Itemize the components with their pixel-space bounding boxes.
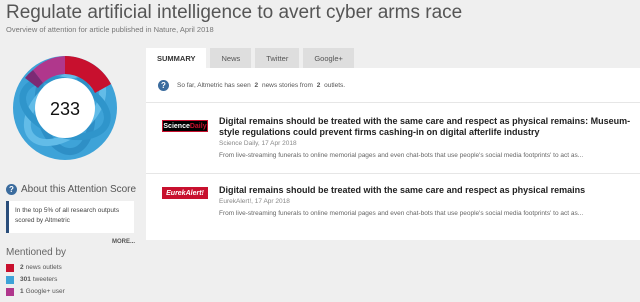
summary-text: So far, Altmetric has seen 2 news storie…: [177, 82, 345, 89]
mentioned-by-heading: Mentioned by: [6, 247, 67, 258]
altmetric-donut[interactable]: 233: [4, 42, 126, 182]
twitter-count: 301: [20, 276, 31, 283]
story-title[interactable]: Digital remains should be treated with t…: [219, 116, 639, 138]
divider: [146, 102, 640, 103]
summary-panel: ? So far, Altmetric has seen 2 news stor…: [146, 68, 640, 240]
story-meta: Science Daily, 17 Apr 2018: [219, 140, 297, 147]
tab-news[interactable]: News: [210, 48, 252, 68]
donut-graphic: 233: [13, 56, 117, 160]
tab-bar: SUMMARY News Twitter Google+: [146, 48, 354, 68]
outlet-count: 2: [316, 82, 321, 89]
tab-googleplus[interactable]: Google+: [303, 48, 354, 68]
summary-prefix: So far, Altmetric has seen: [177, 82, 251, 89]
eurekalert-logo: EurekAlert!: [162, 187, 208, 199]
googleplus-label: Google+ user: [25, 288, 65, 295]
tab-summary[interactable]: SUMMARY: [146, 48, 207, 68]
help-icon[interactable]: ?: [158, 80, 169, 91]
about-score-link[interactable]: ? About this Attention Score: [6, 184, 136, 195]
attention-score: 233: [50, 99, 80, 119]
story-title[interactable]: Digital remains should be treated with t…: [219, 185, 639, 196]
summary-middle: news stories from: [261, 82, 313, 89]
news-label: news outlets: [25, 264, 62, 271]
news-count: 2: [20, 264, 24, 271]
tab-twitter[interactable]: Twitter: [255, 48, 300, 68]
story-count: 2: [254, 82, 259, 89]
legend-twitter[interactable]: 301 tweeters: [6, 274, 65, 285]
story-excerpt: From live-streaming funerals to online m…: [219, 210, 584, 217]
score-description: In the top 5% of all research outputs sc…: [15, 207, 120, 224]
summary-suffix: outlets.: [324, 82, 346, 89]
more-link[interactable]: MORE...: [112, 239, 135, 245]
divider: [146, 173, 640, 174]
sciencedaily-logo: Science Daily: [162, 120, 208, 132]
score-description-box: In the top 5% of all research outputs sc…: [6, 201, 134, 233]
news-swatch: [6, 263, 14, 272]
mentions-legend: 2 news outlets 301 tweeters 1 Google+ us…: [6, 262, 65, 298]
legend-googleplus[interactable]: 1 Google+ user: [6, 286, 65, 297]
page-title: Regulate artificial intelligence to aver…: [6, 2, 463, 23]
googleplus-count: 1: [20, 288, 24, 295]
twitter-label: tweeters: [32, 276, 58, 283]
page-subtitle: Overview of attention for article publis…: [6, 25, 214, 34]
help-icon: ?: [6, 184, 17, 195]
about-score-label: About this Attention Score: [21, 184, 137, 195]
twitter-swatch: [6, 275, 14, 284]
summary-line: ? So far, Altmetric has seen 2 news stor…: [158, 80, 345, 91]
legend-news[interactable]: 2 news outlets: [6, 262, 65, 273]
story-excerpt: From live-streaming funerals to online m…: [219, 152, 584, 159]
googleplus-swatch: [6, 287, 14, 296]
story-meta: EurekAlert!, 17 Apr 2018: [219, 198, 290, 205]
